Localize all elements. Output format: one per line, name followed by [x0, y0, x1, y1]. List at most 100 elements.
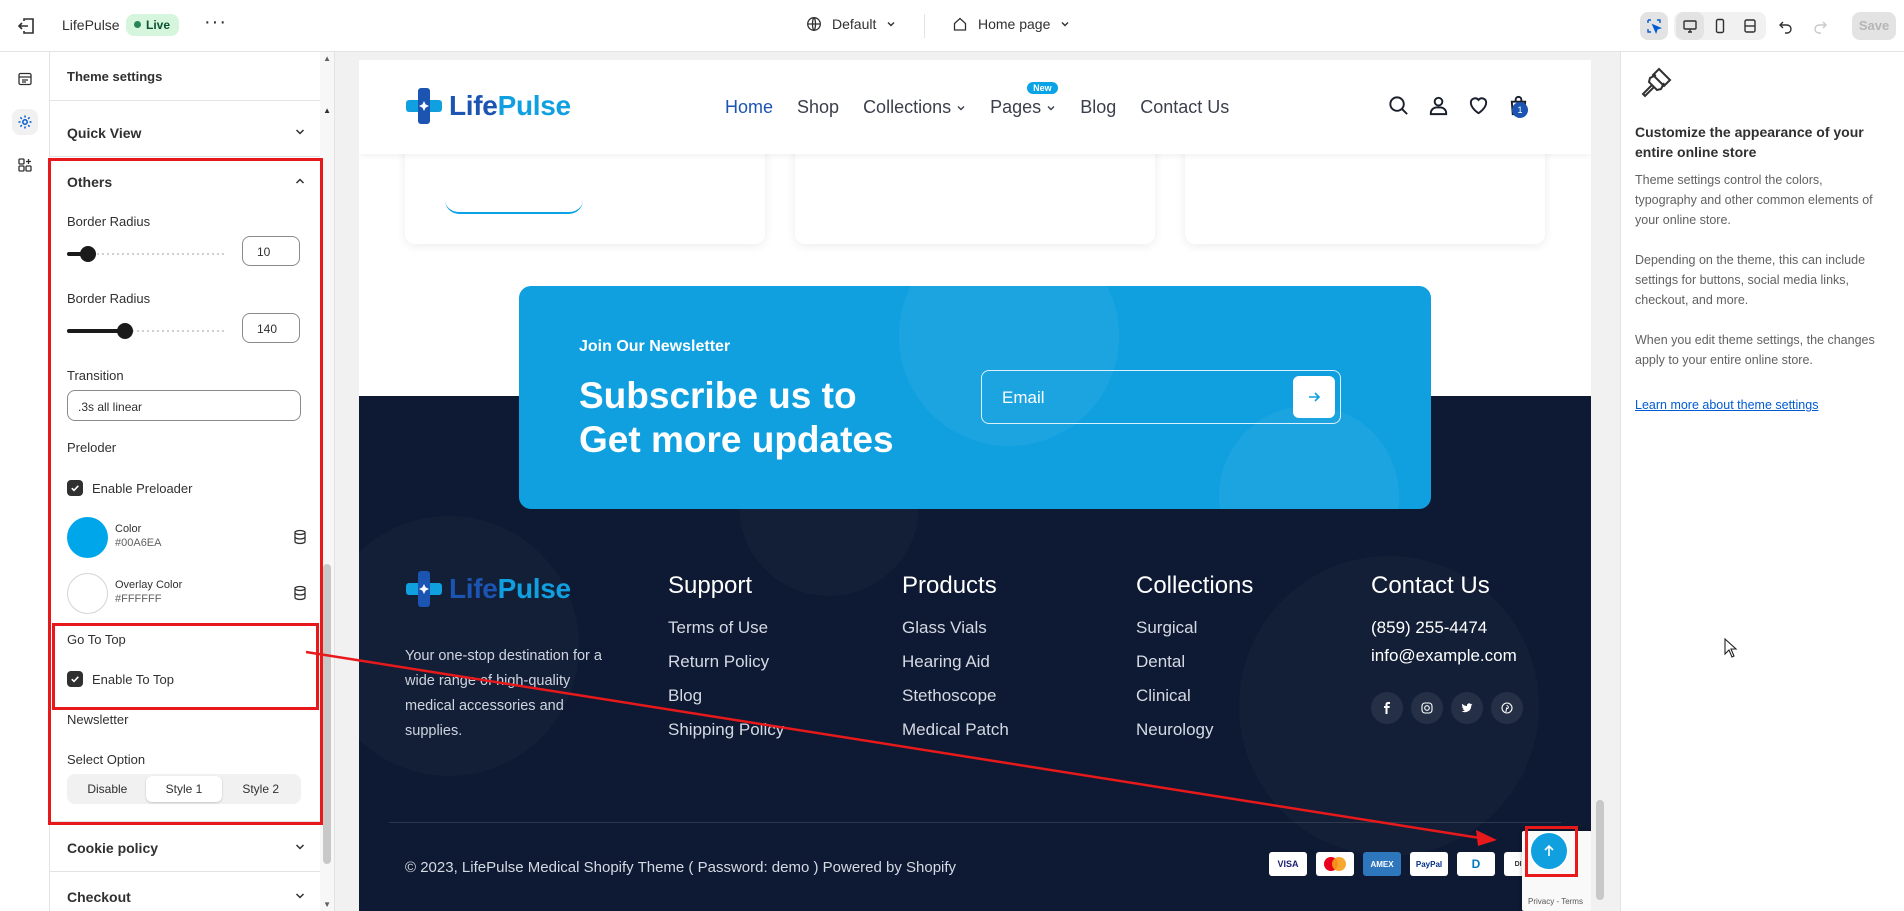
theme-settings-icon[interactable]	[12, 109, 38, 135]
scrollbar-thumb[interactable]	[323, 564, 331, 864]
inspector-icon[interactable]	[1640, 12, 1668, 40]
exit-icon[interactable]	[14, 14, 38, 38]
page-selector[interactable]: Home page	[952, 16, 1070, 32]
footer-link[interactable]: Glass Vials	[902, 618, 1009, 638]
panel-title: Theme settings	[67, 69, 163, 84]
page-selector-label: Home page	[978, 16, 1051, 32]
main-nav: Home Shop Collections New Pages Blog Cont…	[725, 82, 1229, 118]
nav-collections[interactable]: Collections	[863, 97, 966, 118]
search-icon[interactable]	[1387, 94, 1410, 117]
apps-icon[interactable]	[12, 152, 38, 178]
theme-selector[interactable]: Default	[806, 16, 896, 32]
nav-label: Pages	[990, 97, 1042, 117]
cart-count-badge: 1	[1512, 102, 1528, 118]
newsletter-heading: Subscribe us to Get more updates	[579, 374, 894, 462]
device-toggle	[1674, 12, 1766, 40]
store-name: LifePulse	[62, 17, 120, 33]
nav-blog[interactable]: Blog	[1080, 97, 1116, 118]
chevron-down-icon	[295, 844, 305, 850]
heart-icon[interactable]	[1467, 94, 1490, 117]
new-badge: New	[1027, 82, 1058, 94]
footer-link[interactable]: Terms of Use	[668, 618, 784, 638]
home-icon	[953, 17, 967, 31]
globe-icon	[807, 17, 821, 31]
footer-link[interactable]: Hearing Aid	[902, 652, 1009, 672]
copyright: © 2023, LifePulse Medical Shopify Theme …	[405, 859, 957, 876]
chevron-down-icon	[295, 893, 305, 899]
footer-link[interactable]: Medical Patch	[902, 720, 1009, 740]
pinterest-icon[interactable]	[1491, 692, 1523, 724]
footer-link[interactable]: Clinical	[1136, 686, 1253, 706]
footer-divider	[389, 822, 1561, 823]
footer-column-title: Products	[902, 572, 997, 599]
paypal-icon: PayPal	[1410, 852, 1448, 876]
newsletter-kicker: Join Our Newsletter	[579, 338, 731, 355]
mastercard-icon	[1316, 852, 1354, 876]
desktop-icon[interactable]	[1676, 12, 1704, 40]
scroll-up-icon[interactable]: ▲	[323, 106, 331, 115]
info-paragraph: Theme settings control the colors, typog…	[1635, 173, 1873, 227]
footer-email[interactable]: info@example.com	[1371, 646, 1517, 666]
scroll-up-icon[interactable]: ▲	[323, 54, 331, 63]
chevron-down-icon	[295, 129, 305, 135]
footer-link[interactable]: Stethoscope	[902, 686, 1009, 706]
social-links	[1371, 692, 1523, 724]
info-heading: Customize the appearance of your entire …	[1635, 124, 1864, 160]
footer-phone[interactable]: (859) 255-4474	[1371, 618, 1517, 638]
recaptcha-links[interactable]: Privacy - Terms	[1528, 897, 1583, 906]
undo-icon[interactable]	[1772, 12, 1800, 40]
footer-link[interactable]: Dental	[1136, 652, 1253, 672]
medical-cross-icon	[406, 88, 442, 124]
annotation-box	[52, 623, 319, 710]
card-button-edge[interactable]	[445, 200, 583, 214]
newsletter-banner: Join Our Newsletter Subscribe us to Get …	[519, 286, 1431, 509]
newsletter-heading-line: Subscribe us to	[579, 375, 857, 416]
footer-column-title: Contact Us	[1371, 572, 1490, 599]
twitter-icon[interactable]	[1451, 692, 1483, 724]
nav-shop[interactable]: Shop	[797, 97, 839, 118]
logo-text-life: Life	[449, 90, 498, 121]
divider	[50, 100, 321, 101]
accordion-label: Checkout	[67, 889, 131, 905]
user-icon[interactable]	[1427, 94, 1450, 117]
divider	[924, 14, 925, 38]
accordion-label: Quick View	[67, 125, 142, 141]
annotation-box	[48, 158, 323, 825]
facebook-icon[interactable]	[1371, 692, 1403, 724]
amex-icon: AMEX	[1363, 852, 1401, 876]
store-logo[interactable]: Life Pulse	[405, 87, 571, 125]
newsletter-submit-button[interactable]	[1293, 376, 1335, 418]
footer-link[interactable]: Neurology	[1136, 720, 1253, 740]
footer-link[interactable]: Return Policy	[668, 652, 784, 672]
chevron-down-icon	[1061, 22, 1069, 27]
sections-icon[interactable]	[12, 66, 38, 92]
mobile-icon[interactable]	[1706, 12, 1734, 40]
accordion-cookie-policy[interactable]: Cookie policy	[67, 840, 307, 856]
info-paragraph: Depending on the theme, this can include…	[1635, 253, 1866, 307]
chevron-down-icon	[887, 22, 895, 27]
nav-pages[interactable]: New Pages	[990, 82, 1058, 118]
footer-logo[interactable]: Life Pulse	[405, 570, 571, 608]
preview-scrollbar[interactable]	[1593, 60, 1607, 911]
save-button[interactable]: Save	[1852, 12, 1896, 40]
footer-link[interactable]: Shipping Policy	[668, 720, 784, 740]
accordion-quick-view[interactable]: Quick View	[67, 125, 307, 141]
more-actions-icon[interactable]: ···	[204, 11, 227, 34]
annotation-box	[1525, 826, 1578, 877]
footer-link[interactable]: Blog	[668, 686, 784, 706]
scrollbar-thumb[interactable]	[1596, 800, 1604, 900]
nav-contact[interactable]: Contact Us	[1140, 97, 1229, 118]
logo-text-life: Life	[449, 573, 498, 604]
redo-icon[interactable]	[1806, 12, 1834, 40]
nav-home[interactable]: Home	[725, 97, 773, 118]
store-header: Life Pulse Home Shop Collections New Pages…	[359, 60, 1591, 154]
scroll-down-icon[interactable]: ▼	[323, 900, 331, 909]
instagram-icon[interactable]	[1411, 692, 1443, 724]
footer-link[interactable]: Surgical	[1136, 618, 1253, 638]
footer-column-support: Support Terms of Use Return Policy Blog …	[668, 572, 784, 754]
accordion-checkout[interactable]: Checkout	[67, 889, 307, 905]
fullscreen-icon[interactable]	[1736, 12, 1764, 40]
learn-more-link[interactable]: Learn more about theme settings	[1635, 398, 1818, 412]
logo-text-pulse: Pulse	[497, 90, 572, 121]
newsletter-email-input[interactable]: Email	[981, 370, 1341, 424]
